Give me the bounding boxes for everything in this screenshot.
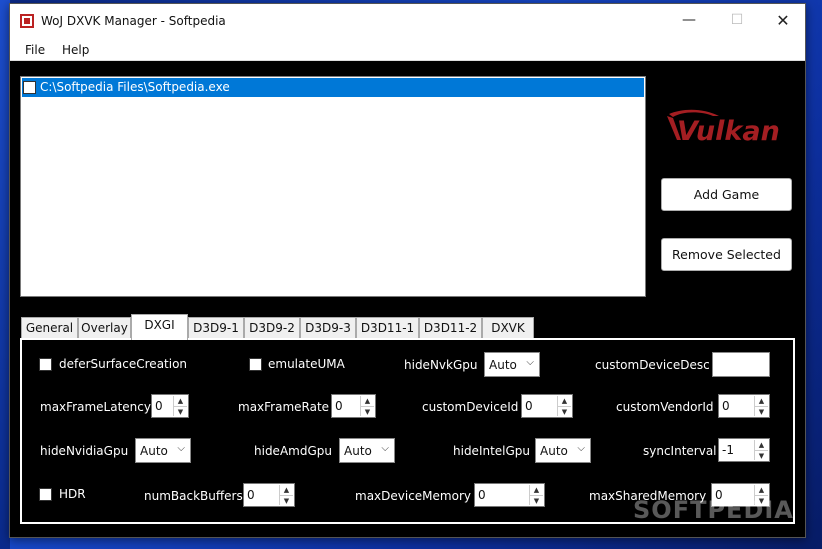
remove-selected-button[interactable]: Remove Selected (661, 238, 792, 271)
hide-intel-gpu-label: hideIntelGpu (453, 444, 531, 458)
tab-dxvk[interactable]: DXVK (482, 317, 534, 339)
hide-nvidia-gpu-value: Auto (140, 444, 168, 458)
sync-interval-label: syncInterval (643, 444, 717, 458)
chevron-down-icon: ⌵ (177, 443, 185, 454)
tab-d3d11-2[interactable]: D3D11-2 (419, 317, 482, 339)
menu-bar: File Help (10, 37, 805, 61)
chevron-down-icon: ⌵ (577, 443, 585, 454)
custom-device-id-label: customDeviceId (422, 400, 519, 414)
hide-amd-gpu-value: Auto (344, 444, 372, 458)
app-icon (20, 14, 34, 28)
emulate-uma-label: emulateUMA (268, 357, 345, 371)
up-arrow-icon[interactable]: ▲ (755, 485, 768, 495)
custom-vendor-id-value: 0 (722, 399, 730, 413)
hide-nvidia-gpu-select[interactable]: Auto ⌵ (135, 438, 191, 463)
minimize-button[interactable]: — (666, 4, 712, 37)
stepper-arrows[interactable]: ▲ ▼ (529, 485, 543, 505)
vulkan-logo-icon: Vulkan (667, 109, 780, 147)
chevron-down-icon: ⌵ (526, 357, 534, 368)
vulkan-logo-text: Vulkan (677, 116, 780, 146)
stepper-arrows[interactable]: ▲ ▼ (173, 396, 187, 416)
tab-general[interactable]: General (21, 317, 78, 339)
stepper-arrows[interactable]: ▲ ▼ (279, 485, 293, 505)
game-path: C:\Softpedia Files\Softpedia.exe (40, 80, 230, 94)
stepper-arrows[interactable]: ▲ ▼ (360, 396, 374, 416)
max-frame-latency-label: maxFrameLatency (40, 400, 151, 414)
num-back-buffers-stepper[interactable]: 0 ▲ ▼ (243, 483, 295, 507)
max-device-memory-value: 0 (478, 488, 486, 502)
tab-d3d9-3[interactable]: D3D9-3 (300, 317, 356, 339)
window-title: WoJ DXVK Manager - Softpedia (41, 14, 226, 28)
menu-file[interactable]: File (25, 43, 45, 57)
game-checkbox[interactable] (23, 81, 36, 94)
watermark: SOFTPEDIA (633, 496, 794, 524)
custom-device-id-stepper[interactable]: 0 ▲ ▼ (521, 394, 573, 418)
custom-vendor-id-stepper[interactable]: 0 ▲ ▼ (718, 394, 770, 418)
hide-nvk-gpu-label: hideNvkGpu (404, 358, 478, 372)
down-arrow-icon[interactable]: ▼ (174, 406, 187, 416)
stepper-arrows[interactable]: ▲ ▼ (557, 396, 571, 416)
down-arrow-icon[interactable]: ▼ (280, 495, 293, 505)
stepper-arrows[interactable]: ▲ ▼ (754, 396, 768, 416)
hide-nvk-gpu-select[interactable]: Auto ⌵ (484, 352, 540, 377)
down-arrow-icon[interactable]: ▼ (361, 406, 374, 416)
down-arrow-icon[interactable]: ▼ (558, 406, 571, 416)
emulate-uma-checkbox[interactable] (249, 358, 262, 371)
hide-nvk-gpu-value: Auto (489, 358, 517, 372)
hide-intel-gpu-select[interactable]: Auto ⌵ (535, 438, 591, 463)
sync-interval-stepper[interactable]: -1 ▲ ▼ (718, 438, 770, 462)
maximize-button[interactable]: ☐ (714, 4, 760, 37)
list-item[interactable]: C:\Softpedia Files\Softpedia.exe (22, 78, 644, 97)
vulkan-logo: Vulkan (663, 106, 791, 147)
custom-vendor-id-label: customVendorId (616, 400, 714, 414)
hide-intel-gpu-value: Auto (540, 444, 568, 458)
dxgi-settings: deferSurfaceCreation emulateUMA hideNvkG… (22, 340, 793, 522)
max-frame-latency-stepper[interactable]: 0 ▲ ▼ (151, 394, 189, 418)
add-game-button[interactable]: Add Game (661, 178, 792, 211)
hide-nvidia-gpu-label: hideNvidiaGpu (40, 444, 129, 458)
custom-device-desc-input[interactable] (712, 352, 770, 377)
game-list[interactable]: C:\Softpedia Files\Softpedia.exe (20, 76, 646, 297)
chevron-down-icon: ⌵ (381, 443, 389, 454)
max-device-memory-stepper[interactable]: 0 ▲ ▼ (474, 483, 545, 507)
num-back-buffers-label: numBackBuffers (144, 489, 243, 503)
max-frame-latency-value: 0 (155, 399, 163, 413)
up-arrow-icon[interactable]: ▲ (755, 440, 768, 450)
up-arrow-icon[interactable]: ▲ (530, 485, 543, 495)
custom-device-desc-label: customDeviceDesc (595, 358, 710, 372)
up-arrow-icon[interactable]: ▲ (558, 396, 571, 406)
max-device-memory-label: maxDeviceMemory (355, 489, 471, 503)
up-arrow-icon[interactable]: ▲ (361, 396, 374, 406)
hdr-label: HDR (59, 487, 86, 501)
close-button[interactable]: ✕ (760, 4, 806, 37)
down-arrow-icon[interactable]: ▼ (755, 406, 768, 416)
sync-interval-value: -1 (722, 443, 734, 457)
hide-amd-gpu-label: hideAmdGpu (254, 444, 332, 458)
num-back-buffers-value: 0 (247, 488, 255, 502)
stepper-arrows[interactable]: ▲ ▼ (754, 440, 768, 460)
tab-d3d9-2[interactable]: D3D9-2 (244, 317, 300, 339)
up-arrow-icon[interactable]: ▲ (280, 485, 293, 495)
max-frame-rate-value: 0 (335, 399, 343, 413)
down-arrow-icon[interactable]: ▼ (755, 450, 768, 460)
up-arrow-icon[interactable]: ▲ (174, 396, 187, 406)
max-frame-rate-label: maxFrameRate (238, 400, 330, 414)
max-frame-rate-stepper[interactable]: 0 ▲ ▼ (331, 394, 376, 418)
hdr-checkbox[interactable] (39, 488, 52, 501)
hide-amd-gpu-select[interactable]: Auto ⌵ (339, 438, 395, 463)
tab-overlay[interactable]: Overlay (78, 317, 131, 339)
up-arrow-icon[interactable]: ▲ (755, 396, 768, 406)
defer-surface-creation-label: deferSurfaceCreation (59, 357, 188, 371)
title-bar[interactable]: WoJ DXVK Manager - Softpedia — ☐ ✕ (10, 4, 805, 37)
custom-device-id-value: 0 (525, 399, 533, 413)
down-arrow-icon[interactable]: ▼ (530, 495, 543, 505)
defer-surface-creation-checkbox[interactable] (39, 358, 52, 371)
menu-help[interactable]: Help (62, 43, 89, 57)
tab-dxgi[interactable]: DXGI (131, 314, 188, 340)
app-window: WoJ DXVK Manager - Softpedia — ☐ ✕ File … (9, 3, 806, 538)
tab-d3d11-1[interactable]: D3D11-1 (356, 317, 419, 339)
tab-d3d9-1[interactable]: D3D9-1 (188, 317, 244, 339)
